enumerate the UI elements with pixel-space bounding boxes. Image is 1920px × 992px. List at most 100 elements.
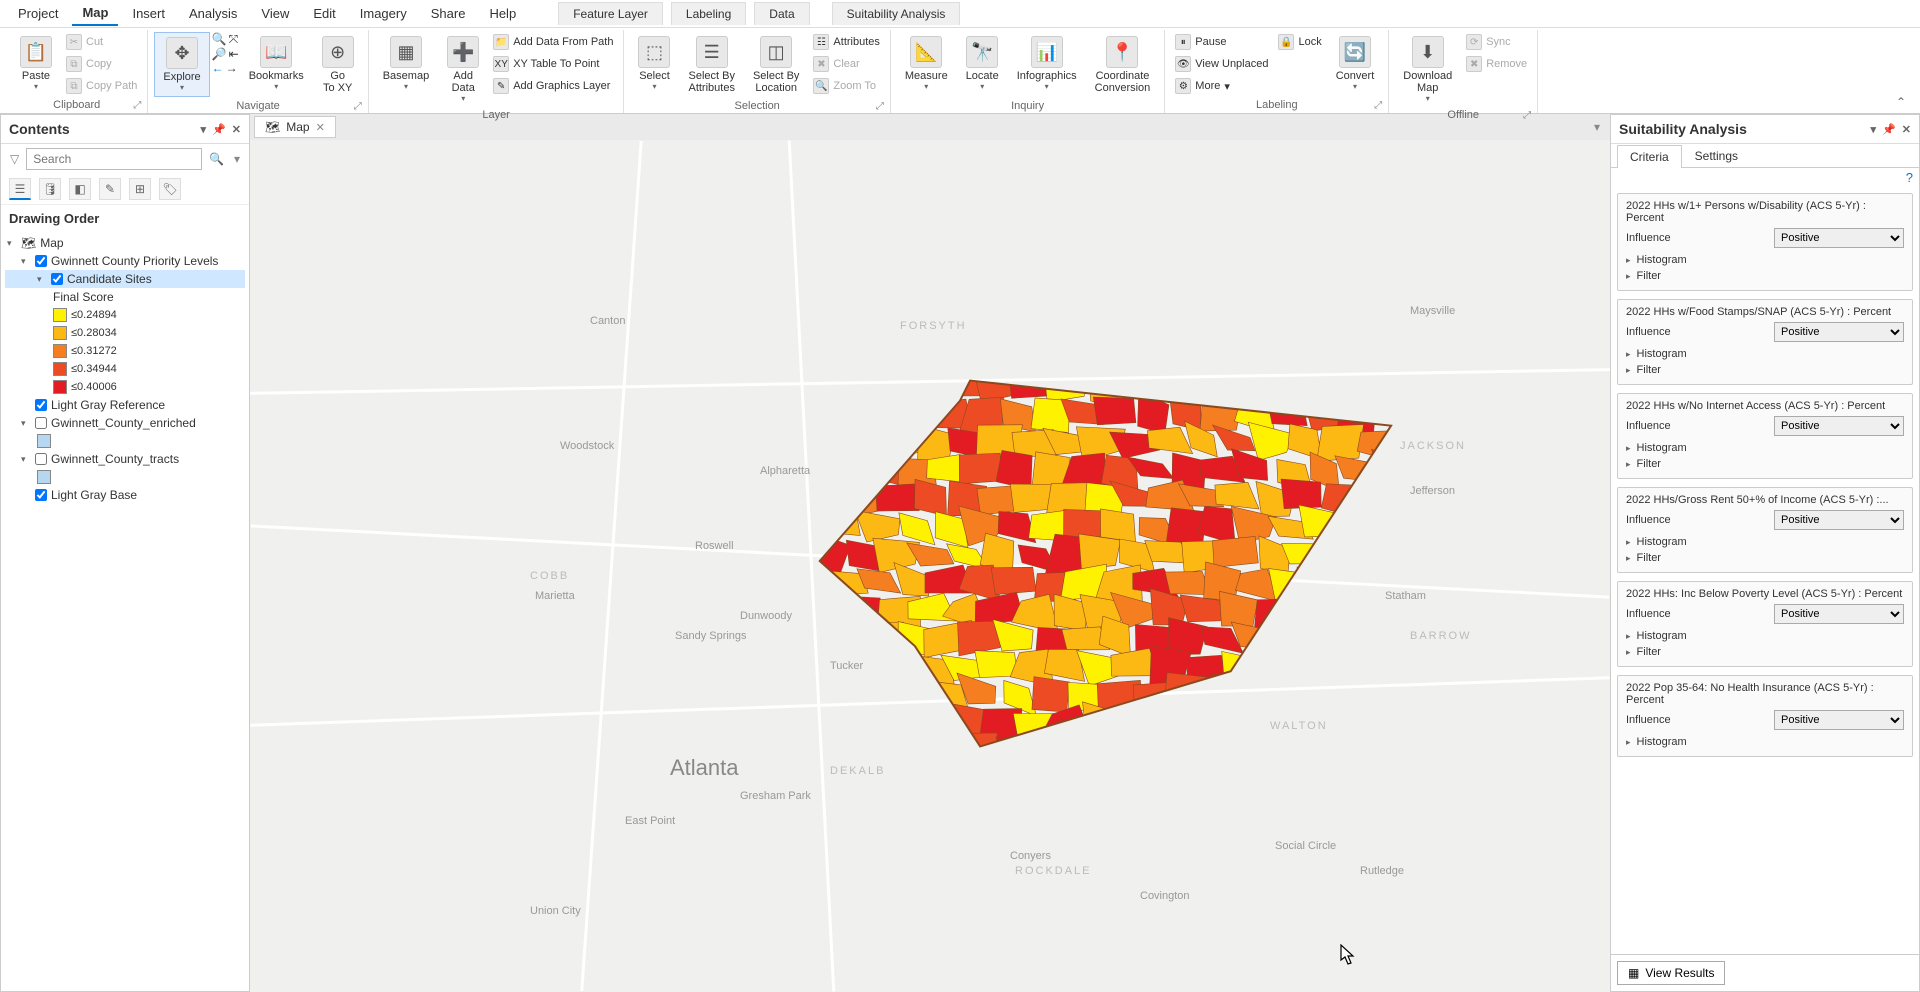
close-tab-icon[interactable]: ✕	[316, 121, 325, 134]
influence-select[interactable]: Positive	[1774, 228, 1904, 248]
toc-enriched[interactable]: ▾Gwinnett_County_enriched	[5, 414, 245, 432]
toc-light-gray-ref[interactable]: Light Gray Reference	[5, 396, 245, 414]
launcher-icon[interactable]: ⤢	[876, 101, 884, 112]
fixed-zoom-in-icon[interactable]: 🔍	[212, 32, 227, 47]
histogram-toggle[interactable]: ▸Histogram	[1626, 346, 1904, 362]
filter-toggle[interactable]: ▸Filter	[1626, 644, 1904, 660]
context-tab-data[interactable]: Data	[754, 2, 809, 25]
menu-insert[interactable]: Insert	[122, 2, 175, 25]
toc-map-node[interactable]: ▾🗺Map	[5, 234, 245, 252]
toc-group-layer[interactable]: ▾Gwinnett County Priority Levels	[5, 252, 245, 270]
context-tab-feature-layer[interactable]: Feature Layer	[558, 2, 663, 25]
influence-select[interactable]: Positive	[1774, 416, 1904, 436]
menu-imagery[interactable]: Imagery	[350, 2, 417, 25]
help-icon[interactable]: ?	[1906, 170, 1913, 185]
toc-candidate-sites[interactable]: ▾Candidate Sites	[5, 270, 245, 288]
add-data-from-path-button[interactable]: 📁Add Data From Path	[489, 32, 617, 52]
menu-share[interactable]: Share	[421, 2, 476, 25]
panel-menu-icon[interactable]: ▾	[201, 123, 207, 136]
influence-select[interactable]: Positive	[1774, 710, 1904, 730]
influence-select[interactable]: Positive	[1774, 510, 1904, 530]
filter-icon[interactable]: ▽	[7, 152, 22, 166]
zoom-to-button[interactable]: 🔍Zoom To	[809, 76, 883, 96]
panel-pin-icon[interactable]: 📌	[1882, 123, 1896, 136]
copy-path-button[interactable]: ⧉Copy Path	[62, 76, 141, 96]
xy-table-button[interactable]: XYXY Table To Point	[489, 54, 617, 74]
panel-close-icon[interactable]: ✕	[1902, 123, 1911, 136]
contents-search-input[interactable]	[26, 148, 202, 170]
histogram-toggle[interactable]: ▸Histogram	[1626, 440, 1904, 456]
sync-button[interactable]: ⟳Sync	[1462, 32, 1531, 52]
panel-close-icon[interactable]: ✕	[232, 123, 241, 136]
group-layer-checkbox[interactable]	[35, 255, 47, 267]
panel-menu-icon[interactable]: ▾	[1871, 123, 1877, 136]
panel-pin-icon[interactable]: 📌	[212, 123, 226, 136]
clear-button[interactable]: ✖Clear	[809, 54, 883, 74]
tracts-checkbox[interactable]	[35, 453, 47, 465]
toc-light-gray-base[interactable]: Light Gray Base	[5, 486, 245, 504]
light-gray-ref-checkbox[interactable]	[35, 399, 47, 411]
menu-map[interactable]: Map	[72, 1, 118, 26]
list-by-source-icon[interactable]: 🛢	[39, 178, 61, 200]
list-by-labeling-icon[interactable]: 🏷	[159, 178, 181, 200]
histogram-toggle[interactable]: ▸Histogram	[1626, 534, 1904, 550]
copy-button[interactable]: ⧉Copy	[62, 54, 141, 74]
filter-toggle[interactable]: ▸Filter	[1626, 362, 1904, 378]
list-by-selection-icon[interactable]: ◧	[69, 178, 91, 200]
lock-labeling-button[interactable]: 🔒Lock	[1274, 32, 1325, 52]
select-by-attr-button[interactable]: ☰ Select By Attributes	[680, 32, 742, 98]
histogram-toggle[interactable]: ▸Histogram	[1626, 734, 1904, 750]
search-options-icon[interactable]: ▾	[231, 152, 243, 166]
enriched-checkbox[interactable]	[35, 417, 47, 429]
launcher-icon[interactable]: ⤢	[354, 101, 362, 112]
add-data-button[interactable]: ➕ Add Data ▾	[439, 32, 487, 107]
influence-select[interactable]: Positive	[1774, 604, 1904, 624]
attributes-button[interactable]: ☷Attributes	[809, 32, 883, 52]
list-by-drawing-order-icon[interactable]: ☰	[9, 178, 31, 200]
tab-criteria[interactable]: Criteria	[1617, 145, 1682, 168]
launcher-icon[interactable]: ⤢	[133, 100, 141, 111]
coord-conv-button[interactable]: 📍Coordinate Conversion	[1087, 32, 1159, 98]
toc-tracts[interactable]: ▾Gwinnett_County_tracts	[5, 450, 245, 468]
ribbon-collapse-icon[interactable]: ⌃	[1896, 95, 1906, 109]
download-map-button[interactable]: ⬇Download Map▾	[1395, 32, 1460, 107]
histogram-toggle[interactable]: ▸Histogram	[1626, 252, 1904, 268]
view-results-button[interactable]: ▦ View Results	[1617, 961, 1725, 985]
launcher-icon[interactable]: ⤢	[1523, 110, 1531, 121]
criteria-list[interactable]: 2022 HHs w/1+ Persons w/Disability (ACS …	[1611, 187, 1919, 954]
measure-button[interactable]: 📐Measure▾	[897, 32, 956, 95]
map-canvas[interactable]: CantonFORSYTHMaysvilleWoodstockAlpharett…	[250, 140, 1610, 992]
candidate-sites-checkbox[interactable]	[51, 273, 63, 285]
remove-button[interactable]: ✖Remove	[1462, 54, 1531, 74]
filter-toggle[interactable]: ▸Filter	[1626, 456, 1904, 472]
add-graphics-layer-button[interactable]: ✎Add Graphics Layer	[489, 76, 617, 96]
histogram-toggle[interactable]: ▸Histogram	[1626, 628, 1904, 644]
fwd-icon[interactable]: →	[226, 61, 238, 75]
full-extent-icon[interactable]: ⤧	[229, 32, 239, 47]
list-by-editing-icon[interactable]: ✎	[99, 178, 121, 200]
view-unplaced-button[interactable]: 👁View Unplaced	[1171, 54, 1272, 74]
bookmarks-button[interactable]: 📖 Bookmarks ▾	[241, 32, 312, 95]
select-button[interactable]: ⬚ Select ▾	[630, 32, 678, 95]
menu-analysis[interactable]: Analysis	[179, 2, 247, 25]
list-by-snapping-icon[interactable]: ⊞	[129, 178, 151, 200]
menu-view[interactable]: View	[251, 2, 299, 25]
menu-edit[interactable]: Edit	[303, 2, 345, 25]
more-labeling-button[interactable]: ⚙More▾	[1171, 76, 1272, 96]
map-tab-menu-icon[interactable]: ▾	[1588, 120, 1606, 134]
basemap-button[interactable]: ▦ Basemap ▾	[375, 32, 437, 95]
explore-button[interactable]: ✥ Explore ▾	[154, 32, 209, 97]
context-tab-labeling[interactable]: Labeling	[671, 2, 746, 25]
map-tab[interactable]: 🗺 Map ✕	[254, 116, 336, 138]
paste-button[interactable]: 📋 Paste ▾	[12, 32, 60, 95]
launcher-icon[interactable]: ⤢	[1374, 100, 1382, 111]
search-icon[interactable]: 🔍	[206, 152, 227, 166]
menu-project[interactable]: Project	[8, 2, 68, 25]
locate-button[interactable]: 🔭Locate▾	[958, 32, 1007, 95]
filter-toggle[interactable]: ▸Filter	[1626, 268, 1904, 284]
infographics-button[interactable]: 📊Infographics▾	[1009, 32, 1085, 95]
menu-help[interactable]: Help	[479, 2, 526, 25]
fixed-zoom-out-icon[interactable]: 🔎	[212, 47, 227, 61]
cut-button[interactable]: ✂Cut	[62, 32, 141, 52]
select-by-loc-button[interactable]: ◫ Select By Location	[745, 32, 807, 98]
